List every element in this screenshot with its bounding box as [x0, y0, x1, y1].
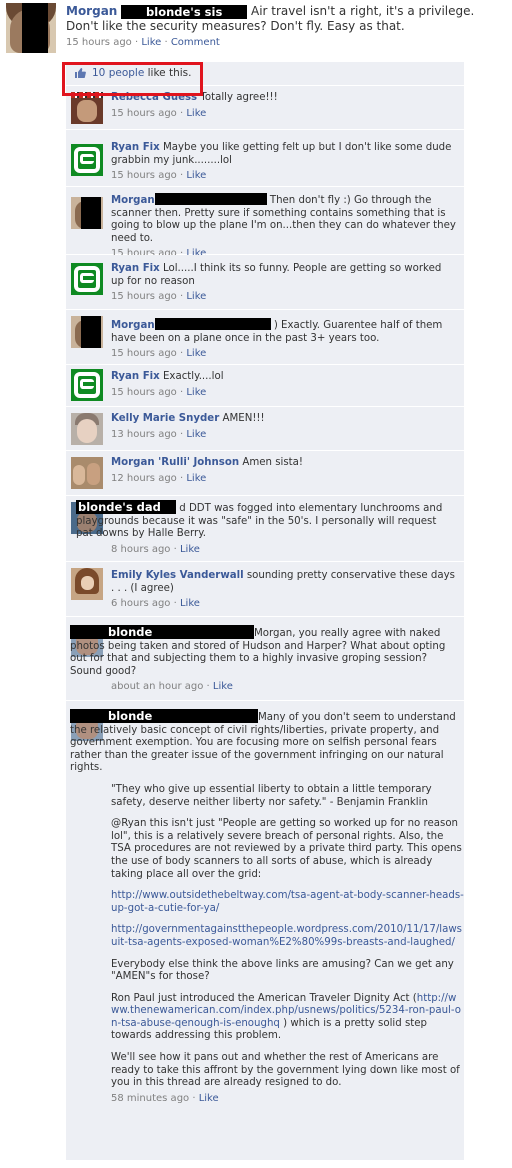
comment-like-link[interactable]: Like: [186, 387, 206, 398]
post-comment-link[interactable]: Comment: [171, 37, 220, 48]
commenter-name[interactable]: Morgan 'Rulli' Johnson: [111, 457, 239, 468]
comment: Ryan Fix Lol.....I think its so funny. P…: [66, 255, 464, 310]
comment-text: Totally agree!!!: [200, 92, 278, 103]
commenter-name[interactable]: Emily Kyles Vanderwall: [111, 570, 244, 581]
commenter-name[interactable]: Morgan: [111, 320, 155, 331]
post-meta: 15 hours ago · Like · Comment: [66, 37, 220, 48]
comment-time: 6 hours ago: [111, 598, 171, 610]
post-like-link[interactable]: Like: [141, 37, 161, 48]
post-body: Morgan blonde's sis Air travel isn't a r…: [66, 4, 506, 49]
comment-time: 15 hours ago: [111, 107, 177, 119]
redacted-name-label[interactable]: blonde: [70, 709, 258, 723]
commenter-avatar[interactable]: [71, 197, 103, 229]
redacted-name-label[interactable]: blonde's dad: [76, 500, 176, 514]
post: Morgan blonde's sis Air travel isn't a r…: [0, 0, 512, 58]
comment-link[interactable]: http://www.outsidethebeltway.com/tsa-age…: [111, 890, 464, 914]
comment-time: 15 hours ago: [111, 348, 177, 360]
comment-like-link[interactable]: Like: [186, 291, 206, 302]
commenter-avatar[interactable]: [71, 369, 103, 401]
comment-like-link[interactable]: Like: [186, 348, 206, 359]
commenter-name[interactable]: Ryan Fix: [111, 142, 160, 153]
commenter-avatar[interactable]: [71, 92, 103, 124]
comment-link[interactable]: http://governmentagainstthepeople.wordpr…: [111, 924, 462, 948]
commenter-avatar[interactable]: [71, 457, 103, 489]
comment: Ryan Fix Maybe you like getting felt up …: [66, 130, 464, 187]
comment: blonde's dad d DDT was fogged into eleme…: [66, 496, 464, 562]
redacted-surname: [154, 193, 267, 205]
comment-like-link[interactable]: Like: [199, 1093, 219, 1104]
comment-quote: "They who give up essential liberty to o…: [111, 783, 432, 808]
comment-time: 12 hours ago: [111, 472, 177, 484]
comment-like-link[interactable]: Like: [180, 544, 200, 555]
commenter-avatar[interactable]: [71, 413, 103, 445]
post-author-avatar[interactable]: [6, 3, 56, 53]
comment-text: Amen sista!: [242, 457, 303, 468]
comment-like-link[interactable]: Like: [186, 473, 206, 484]
comment: Morgan 'Rulli' Johnson Amen sista! 12 ho…: [66, 451, 464, 496]
comment-time: 58 minutes ago: [111, 1092, 190, 1104]
comment-time: 15 hours ago: [111, 291, 177, 303]
comment-text: Lol.....I think its so funny. People are…: [111, 263, 442, 287]
comment-time: about an hour ago: [111, 681, 204, 693]
comment-like-link[interactable]: Like: [186, 170, 206, 181]
comment-time: 15 hours ago: [111, 170, 177, 182]
comment: Morgan ) Exactly. Guarentee half of them…: [66, 310, 464, 365]
comment: Kelly Marie Snyder AMEN!!! 13 hours ago …: [66, 407, 464, 451]
comment-paragraph: We'll see how it pans out and whether th…: [111, 1052, 460, 1089]
comment-time: 8 hours ago: [111, 543, 171, 555]
redacted-name-label: blonde's sis: [121, 4, 248, 19]
commenter-name[interactable]: Morgan: [111, 195, 155, 206]
commenter-name[interactable]: Ryan Fix: [111, 263, 160, 274]
comment-list: 10 people like this. Rebecca Guess Total…: [66, 62, 464, 1161]
highlight-box: [62, 62, 203, 96]
commenter-name[interactable]: Kelly Marie Snyder: [111, 413, 219, 424]
comment-paragraph: @Ryan this isn't just "People are gettin…: [111, 818, 462, 880]
comment: Emily Kyles Vanderwall sounding pretty c…: [66, 562, 464, 617]
comment: Morgan Then don't fly :) Go through the …: [66, 187, 464, 259]
commenter-avatar[interactable]: [71, 144, 103, 176]
redacted-surname: [154, 318, 271, 330]
comment-text: Maybe you like getting felt up but I don…: [111, 142, 452, 166]
post-time: 15 hours ago: [66, 37, 132, 48]
comment-text: Exactly....lol: [162, 371, 224, 382]
comment: blonde Morgan, you really agree with nake…: [66, 617, 464, 701]
redacted-name-label[interactable]: blonde: [70, 625, 254, 639]
comment-text: AMEN!!!: [222, 413, 265, 424]
comment-like-link[interactable]: Like: [180, 598, 200, 609]
comment: Ryan Fix Exactly....lol 15 hours ago · L…: [66, 365, 464, 407]
comment-like-link[interactable]: Like: [213, 681, 233, 692]
commenter-avatar[interactable]: [71, 316, 103, 348]
comment-time: 15 hours ago: [111, 386, 177, 398]
post-author-name[interactable]: Morgan: [66, 4, 117, 18]
commenter-name[interactable]: Ryan Fix: [111, 371, 160, 382]
commenter-avatar[interactable]: [71, 263, 103, 295]
commenter-avatar[interactable]: [71, 568, 103, 600]
comment-time: 13 hours ago: [111, 428, 177, 440]
comment: blonde Many of you don't seem to understa…: [66, 701, 464, 1161]
comment-paragraph: Everybody else think the above links are…: [111, 958, 454, 983]
comment-like-link[interactable]: Like: [186, 108, 206, 119]
comment-like-link[interactable]: Like: [186, 429, 206, 440]
